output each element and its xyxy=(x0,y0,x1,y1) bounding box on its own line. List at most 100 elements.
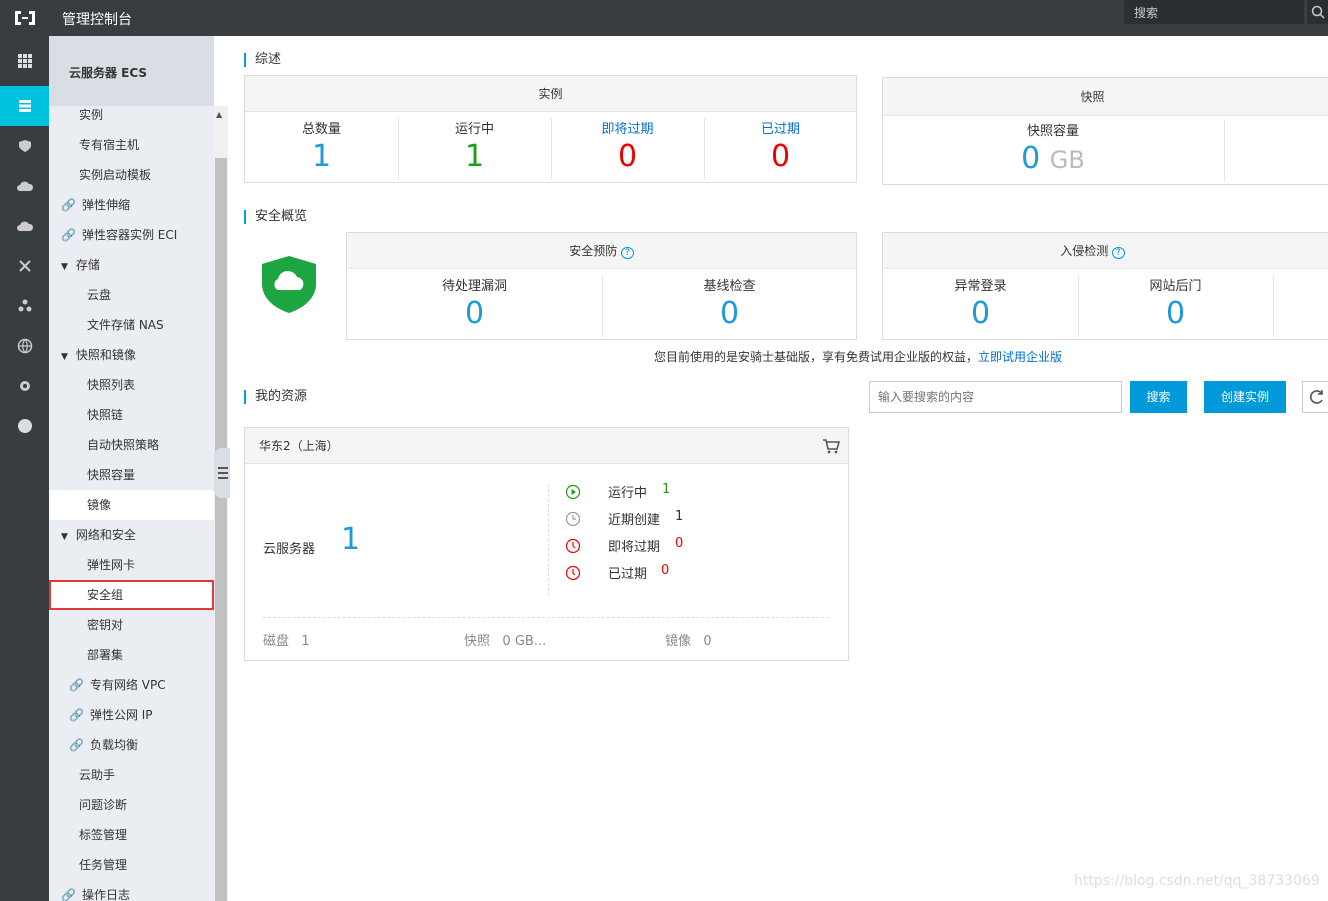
nav-item-snapshot-capacity[interactable]: 快照容量 xyxy=(49,460,214,490)
product-button-8[interactable] xyxy=(0,326,49,366)
link-icon: 🔗 xyxy=(69,708,84,722)
nav-scrollbar-thumb[interactable] xyxy=(215,158,227,901)
nav-heading: 云服务器 ECS xyxy=(49,36,214,106)
caret-down-icon: ▼ xyxy=(61,352,68,362)
link-icon: 🔗 xyxy=(61,228,76,242)
metric-pending-vulns[interactable]: 待处理漏洞 0 xyxy=(347,275,602,331)
watermark: https://blog.csdn.net/qq_38733069 xyxy=(1074,873,1320,889)
link-icon: 🔗 xyxy=(61,198,76,212)
nav-item-instances[interactable]: 实例 xyxy=(49,100,214,130)
gear-cloud-icon xyxy=(19,381,30,391)
security-title: 安全概览 xyxy=(244,210,307,224)
divider xyxy=(548,484,549,596)
shield-icon xyxy=(18,140,31,152)
create-instance-button[interactable]: 创建实例 xyxy=(1204,381,1286,413)
collapse-nav-button[interactable] xyxy=(214,448,230,498)
nav-item-eci[interactable]: 🔗 弹性容器实例 ECI xyxy=(49,220,214,250)
resource-search-input[interactable] xyxy=(869,381,1122,413)
refresh-button[interactable] xyxy=(1302,381,1328,413)
nav-item-deployment-set[interactable]: 部署集 xyxy=(49,640,214,670)
divider xyxy=(263,617,829,618)
top-bar: 管理控制台 搜索 xyxy=(0,0,1328,36)
nav-item-tags[interactable]: 标签管理 xyxy=(49,820,214,850)
metric-snapshot-capacity[interactable]: 快照容量 0 GB xyxy=(883,120,1223,176)
product-button-4[interactable] xyxy=(0,166,49,206)
server-count-value[interactable]: 1 xyxy=(341,522,360,557)
globe-icon xyxy=(17,338,32,354)
nav-item-tasks[interactable]: 任务管理 xyxy=(49,850,214,880)
status-expiring[interactable]: 即将过期 0 xyxy=(565,536,765,556)
disk-summary[interactable]: 磁盘 1 xyxy=(263,630,310,649)
nav-item-security-group[interactable]: 安全组 xyxy=(49,580,214,610)
nav-group-storage[interactable]: ▼ 存储 xyxy=(49,250,214,280)
nav-item-disks[interactable]: 云盘 xyxy=(49,280,214,310)
metric-webshell[interactable]: 网站后门 0 xyxy=(1078,275,1273,331)
nav-item-eip[interactable]: 🔗 弹性公网 IP xyxy=(49,700,214,730)
overview-title: 综述 xyxy=(244,53,281,67)
global-search-input[interactable]: 搜索 xyxy=(1124,0,1304,24)
nav-item-auto-snapshot-policy[interactable]: 自动快照策略 xyxy=(49,430,214,460)
trial-enterprise-link[interactable]: 立即试用企业版 xyxy=(978,350,1062,364)
cloud-upload-icon xyxy=(16,221,33,231)
grid-icon xyxy=(17,54,32,68)
metric-expiring[interactable]: 即将过期 0 xyxy=(551,118,704,174)
ecs-product-button[interactable] xyxy=(0,86,49,126)
nav-item-snapshot-chain[interactable]: 快照链 xyxy=(49,400,214,430)
status-running[interactable]: 运行中 1 xyxy=(565,482,765,502)
nav-group-network-security[interactable]: ▼ 网络和安全 xyxy=(49,520,214,550)
scroll-up-arrow-icon[interactable]: ▲ xyxy=(216,110,222,119)
nav-item-snapshot-list[interactable]: 快照列表 xyxy=(49,370,214,400)
cross-arrows-icon xyxy=(18,260,31,272)
metric-baseline-check[interactable]: 基线检查 0 xyxy=(602,275,857,331)
product-button-5[interactable] xyxy=(0,206,49,246)
snapshot-summary[interactable]: 快照 0 GB... xyxy=(464,630,546,649)
prevention-panel: 安全预防 ? 待处理漏洞 0 基线检查 0 xyxy=(346,232,857,340)
all-products-button[interactable] xyxy=(0,41,49,81)
product-button-7[interactable] xyxy=(0,286,49,326)
main-content: 综述 实例 总数量 1 运行中 1 即将过期 0 已过期 0 快照 快照容量 0… xyxy=(230,36,1328,901)
nav-item-dedicated-host[interactable]: 专有宿主机 xyxy=(49,130,214,160)
nav-item-auto-scaling[interactable]: 🔗 弹性伸缩 xyxy=(49,190,214,220)
console-title[interactable]: 管理控制台 xyxy=(62,9,132,29)
resources-title: 我的资源 xyxy=(244,390,307,404)
nav-item-slb[interactable]: 🔗 负载均衡 xyxy=(49,730,214,760)
cart-icon[interactable] xyxy=(822,438,840,454)
nav-item-diagnostics[interactable]: 问题诊断 xyxy=(49,790,214,820)
help-icon[interactable]: ? xyxy=(1112,247,1125,259)
nav-item-nas[interactable]: 文件存储 NAS xyxy=(49,310,214,340)
server-icon xyxy=(18,100,31,112)
nav-item-images[interactable]: 镜像 xyxy=(49,490,214,520)
nav-item-launch-template[interactable]: 实例启动模板 xyxy=(49,160,214,190)
metric-total[interactable]: 总数量 1 xyxy=(245,118,398,174)
nav-group-snapshots-images[interactable]: ▼ 快照和镜像 xyxy=(49,340,214,370)
prevention-header: 安全预防 ? xyxy=(347,233,856,269)
nav-item-vpc[interactable]: 🔗 专有网络 VPC xyxy=(49,670,214,700)
search-button[interactable] xyxy=(1306,0,1328,24)
metric-expired[interactable]: 已过期 0 xyxy=(704,118,857,174)
server-count-label: 云服务器 xyxy=(263,542,316,557)
metric-abnormal-login[interactable]: 异常登录 0 xyxy=(883,275,1078,331)
nav-item-key-pairs[interactable]: 密钥对 xyxy=(49,610,214,640)
image-summary[interactable]: 镜像 0 xyxy=(665,630,712,649)
status-recently-created[interactable]: 近期创建 1 xyxy=(565,509,765,529)
region-card: 华东2（上海） 云服务器 1 运行中 1 近期创建 1 即将过期 0 已过期 0 xyxy=(244,427,849,661)
security-shield-icon xyxy=(262,256,316,313)
aliyun-logo-icon[interactable] xyxy=(12,7,38,29)
product-button-10[interactable] xyxy=(0,406,49,446)
product-button-6[interactable] xyxy=(0,246,49,286)
link-icon: 🔗 xyxy=(69,738,84,752)
metric-running[interactable]: 运行中 1 xyxy=(398,118,551,174)
security-notice: 您目前使用的是安骑士基础版，享有免费试用企业版的权益，立即试用企业版 xyxy=(654,350,1063,364)
search-icon xyxy=(1311,5,1325,19)
help-icon[interactable]: ? xyxy=(621,247,634,259)
product-icon-bar xyxy=(0,36,49,901)
nav-item-cloud-assistant[interactable]: 云助手 xyxy=(49,760,214,790)
product-button-9[interactable] xyxy=(0,366,49,406)
nav-item-operation-log[interactable]: 🔗 操作日志 xyxy=(49,880,214,901)
nav-item-eni[interactable]: 弹性网卡 xyxy=(49,550,214,580)
product-button-3[interactable] xyxy=(0,126,49,166)
resource-search-button[interactable]: 搜索 xyxy=(1130,381,1187,413)
alarm-clock-icon xyxy=(565,565,581,581)
divider xyxy=(1224,120,1225,182)
status-expired[interactable]: 已过期 0 xyxy=(565,563,765,583)
